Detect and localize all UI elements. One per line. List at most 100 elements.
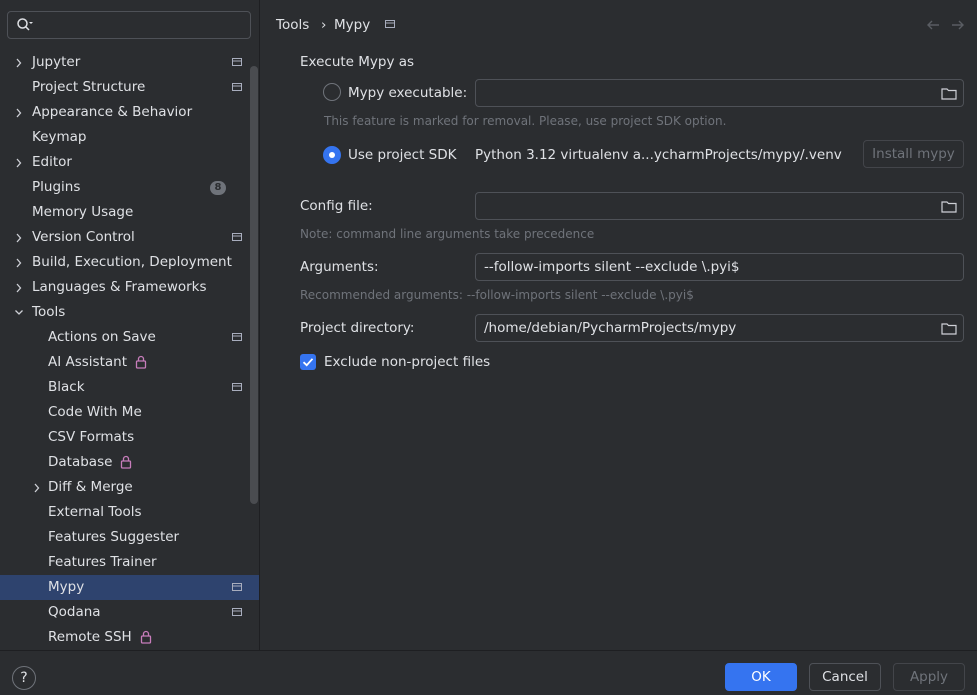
sidebar-item-label: Version Control xyxy=(32,229,135,245)
use-project-sdk-radio[interactable] xyxy=(323,146,341,164)
project-scope-icon xyxy=(232,333,242,341)
use-project-sdk-label[interactable]: Use project SDK xyxy=(348,146,456,164)
sidebar-item-label: Memory Usage xyxy=(32,204,134,220)
project-directory-value: /home/debian/PycharmProjects/mypy xyxy=(484,320,737,336)
project-scope-icon xyxy=(232,383,242,391)
project-directory-field[interactable]: /home/debian/PycharmProjects/mypy xyxy=(475,314,964,342)
sidebar-item-label: Black xyxy=(48,379,85,395)
sidebar-item-mypy[interactable]: Mypy xyxy=(0,575,259,600)
arguments-field[interactable]: --follow-imports silent --exclude \.pyi$ xyxy=(475,253,964,281)
sidebar-scrollbar[interactable] xyxy=(250,66,258,504)
sidebar-item-label: External Tools xyxy=(48,504,142,520)
sidebar-item-languages-frameworks[interactable]: Languages & Frameworks xyxy=(0,275,259,300)
cancel-button[interactable]: Cancel xyxy=(809,663,881,691)
folder-icon[interactable] xyxy=(941,322,957,335)
chevron-right-icon[interactable] xyxy=(15,283,23,293)
sidebar-item-project-structure[interactable]: Project Structure xyxy=(0,75,259,100)
arguments-value: --follow-imports silent --exclude \.pyi$ xyxy=(484,259,740,275)
sidebar-item-label: Features Trainer xyxy=(48,554,157,570)
settings-search-field[interactable] xyxy=(7,11,251,39)
sidebar-item-code-with-me[interactable]: Code With Me xyxy=(0,400,259,425)
sidebar-item-qodana[interactable]: Qodana xyxy=(0,600,259,625)
sidebar-item-jupyter[interactable]: Jupyter xyxy=(0,50,259,75)
help-button[interactable]: ? xyxy=(12,666,36,690)
apply-button[interactable]: Apply xyxy=(893,663,965,691)
chevron-right-icon[interactable] xyxy=(15,258,23,268)
forward-arrow-icon[interactable] xyxy=(951,18,965,32)
sidebar-item-label: AI Assistant xyxy=(48,354,128,370)
exclude-non-project-label[interactable]: Exclude non-project files xyxy=(324,353,490,371)
dialog-footer: ? OK Cancel Apply xyxy=(0,650,977,695)
sidebar-item-label: Mypy xyxy=(48,579,85,595)
sidebar-item-build-execution-deployment[interactable]: Build, Execution, Deployment xyxy=(0,250,259,275)
project-scope-icon xyxy=(385,20,395,28)
project-sdk-value: Python 3.12 virtualenv a...ycharmProject… xyxy=(475,147,842,163)
install-mypy-button[interactable]: Install mypy xyxy=(863,140,964,168)
chevron-right-icon[interactable] xyxy=(15,233,23,243)
sidebar-item-label: Project Structure xyxy=(32,79,146,95)
sidebar-item-appearance-behavior[interactable]: Appearance & Behavior xyxy=(0,100,259,125)
sidebar-item-label: Code With Me xyxy=(48,404,142,420)
chevron-right-icon[interactable] xyxy=(15,158,23,168)
sidebar-item-label: Jupyter xyxy=(32,54,81,70)
sidebar-item-label: Database xyxy=(48,454,113,470)
arguments-label: Arguments: xyxy=(300,259,379,275)
project-scope-icon xyxy=(232,233,242,241)
search-icon xyxy=(17,18,33,31)
sidebar-item-label: CSV Formats xyxy=(48,429,135,445)
sidebar-item-diff-merge[interactable]: Diff & Merge xyxy=(0,475,259,500)
config-file-note: Note: command line arguments take preced… xyxy=(300,227,595,241)
sidebar-item-tools[interactable]: Tools xyxy=(0,300,259,325)
breadcrumb-parent[interactable]: Tools xyxy=(276,16,309,34)
removal-note: This feature is marked for removal. Plea… xyxy=(324,114,727,128)
chevron-down-icon[interactable] xyxy=(15,308,23,318)
plugins-update-badge: 8 xyxy=(210,181,226,195)
sidebar-item-label: Appearance & Behavior xyxy=(32,104,193,120)
back-arrow-icon[interactable] xyxy=(926,18,940,32)
config-file-field[interactable] xyxy=(475,192,964,220)
lock-icon xyxy=(135,355,147,369)
sidebar-item-memory-usage[interactable]: Memory Usage xyxy=(0,200,259,225)
chevron-right-icon[interactable] xyxy=(33,483,41,493)
mypy-executable-field[interactable] xyxy=(475,79,964,107)
sidebar-item-label: Tools xyxy=(32,304,66,320)
sidebar-item-label: Actions on Save xyxy=(48,329,156,345)
breadcrumb-current: Mypy xyxy=(334,17,371,33)
mypy-executable-radio[interactable] xyxy=(323,83,341,101)
folder-icon[interactable] xyxy=(941,87,957,100)
sidebar-item-keymap[interactable]: Keymap xyxy=(0,125,259,150)
folder-icon[interactable] xyxy=(941,200,957,213)
checkmark-icon xyxy=(302,358,314,367)
sidebar-item-label: Diff & Merge xyxy=(48,479,133,495)
project-directory-label: Project directory: xyxy=(300,320,415,336)
sidebar-item-version-control[interactable]: Version Control xyxy=(0,225,259,250)
project-scope-icon xyxy=(232,83,242,91)
sidebar-item-label: Build, Execution, Deployment xyxy=(32,254,232,270)
sidebar-item-features-trainer[interactable]: Features Trainer xyxy=(0,550,259,575)
config-file-label: Config file: xyxy=(300,198,373,214)
sidebar-item-black[interactable]: Black xyxy=(0,375,259,400)
settings-sidebar: Jupyter Project Structure Appearance & Beh… xyxy=(0,0,260,650)
project-scope-icon xyxy=(232,583,242,591)
mypy-settings-panel: Tools › Mypy Execute Mypy as Mypy execut… xyxy=(260,0,977,650)
chevron-right-icon[interactable] xyxy=(15,58,23,68)
sidebar-item-external-tools[interactable]: External Tools xyxy=(0,500,259,525)
sidebar-item-label: Keymap xyxy=(32,129,87,145)
sidebar-item-csv-formats[interactable]: CSV Formats xyxy=(0,425,259,450)
sidebar-item-ai-assistant[interactable]: AI Assistant xyxy=(0,350,259,375)
sidebar-item-database[interactable]: Database xyxy=(0,450,259,475)
ok-button[interactable]: OK xyxy=(725,663,797,691)
mypy-executable-label[interactable]: Mypy executable: xyxy=(348,84,467,102)
sidebar-item-actions-on-save[interactable]: Actions on Save xyxy=(0,325,259,350)
sidebar-item-editor[interactable]: Editor xyxy=(0,150,259,175)
sidebar-item-label: Plugins xyxy=(32,179,81,195)
sidebar-item-label: Editor xyxy=(32,154,72,170)
sidebar-item-remote-ssh[interactable]: Remote SSH xyxy=(0,625,259,650)
chevron-right-icon[interactable] xyxy=(15,108,23,118)
sidebar-item-label: Remote SSH xyxy=(48,629,132,645)
breadcrumb-separator: › xyxy=(321,17,327,33)
lock-icon xyxy=(140,630,152,644)
sidebar-item-features-suggester[interactable]: Features Suggester xyxy=(0,525,259,550)
exclude-non-project-checkbox[interactable] xyxy=(300,354,316,370)
sidebar-item-plugins[interactable]: Plugins 8 xyxy=(0,175,259,200)
